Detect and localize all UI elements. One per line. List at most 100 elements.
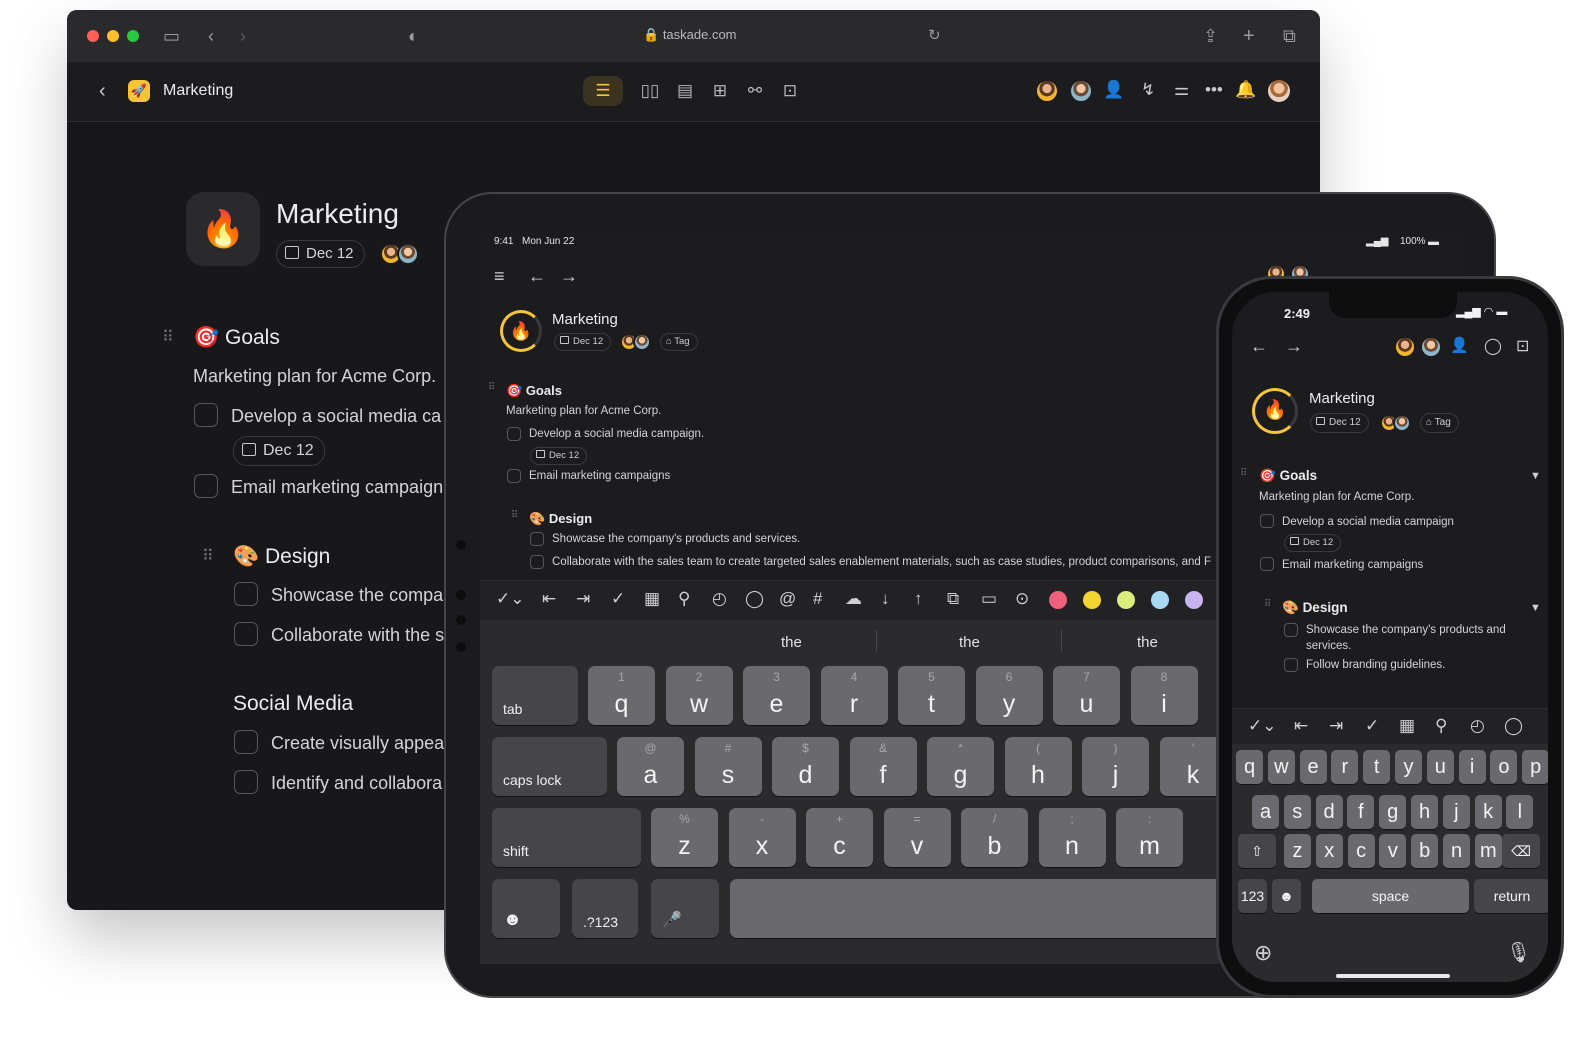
menu-icon[interactable]: ≡	[494, 266, 505, 287]
close-window-button[interactable]	[87, 30, 99, 42]
back-arrow-icon[interactable]: ←	[528, 266, 546, 287]
task-text[interactable]: Develop a social media ca	[231, 406, 441, 427]
section-heading[interactable]: 🎨 Design	[1282, 600, 1348, 616]
key-v[interactable]: v	[1379, 834, 1407, 868]
avatar[interactable]	[1394, 336, 1416, 358]
key-h[interactable]: (h	[1004, 737, 1072, 796]
mention-icon[interactable]: @	[779, 589, 796, 609]
task-checkbox[interactable]	[1260, 557, 1274, 571]
section-heading[interactable]: 🎨 Design	[233, 545, 330, 569]
home-indicator[interactable]	[1336, 974, 1450, 978]
board-view-icon[interactable]: ▯▯	[635, 76, 665, 106]
key-h[interactable]: h	[1411, 795, 1438, 829]
delete-key[interactable]: ⌫	[1502, 834, 1540, 868]
key-f[interactable]: f	[1347, 795, 1375, 829]
checkmark-icon[interactable]: ✓	[1365, 716, 1379, 736]
key-q[interactable]: q	[1236, 750, 1263, 784]
task-text[interactable]: Collaborate with the sales team to creat…	[552, 556, 1211, 568]
key-l[interactable]: l	[1506, 795, 1534, 829]
task-checkbox[interactable]	[1260, 514, 1274, 528]
convert-icon[interactable]: ⊙	[1015, 589, 1029, 609]
list-view-icon[interactable]: ☰	[583, 76, 623, 106]
more-icon[interactable]: •••	[1205, 80, 1223, 100]
task-checkbox[interactable]	[194, 474, 218, 498]
section-heading[interactable]: 🎨 Design	[529, 511, 592, 527]
drag-handle-icon[interactable]: ⠿	[162, 327, 174, 347]
table-view-icon[interactable]: ⊞	[705, 76, 735, 106]
key-v[interactable]: = v	[883, 808, 951, 867]
key-d[interactable]: d	[1315, 795, 1343, 829]
key-g[interactable]: g	[1379, 795, 1407, 829]
avatar[interactable]	[1069, 79, 1093, 103]
assign-icon[interactable]: ⚲	[678, 589, 690, 609]
avatar[interactable]	[1035, 79, 1059, 103]
section-heading[interactable]: 🎯 Goals	[506, 383, 562, 399]
note-text[interactable]: Marketing plan for Acme Corp.	[506, 405, 661, 417]
task-checkbox[interactable]	[234, 730, 258, 754]
shift-key[interactable]: ⇧	[1238, 834, 1276, 868]
activity-icon[interactable]: ↯	[1141, 80, 1155, 100]
drag-handle-icon[interactable]: ⠿	[1264, 599, 1271, 610]
drag-handle-icon[interactable]: ⠿	[488, 382, 495, 393]
key-t[interactable]: 5t	[898, 666, 965, 725]
avatar[interactable]	[1420, 336, 1442, 358]
clipboard-icon[interactable]: ▭	[981, 589, 997, 609]
return-key[interactable]: return	[1474, 879, 1548, 913]
task-text[interactable]: Email marketing campaign	[231, 477, 443, 498]
key-j[interactable]: ) j	[1082, 737, 1149, 796]
back-chevron-icon[interactable]: ‹	[99, 80, 106, 103]
key-r[interactable]: r	[1331, 750, 1359, 784]
task-text[interactable]: Email marketing campaigns	[1282, 557, 1423, 573]
date-chip[interactable]: Dec 12	[276, 240, 365, 268]
key-s[interactable]: s	[1283, 795, 1311, 829]
new-tab-icon[interactable]: +	[1243, 26, 1255, 46]
project-name[interactable]: Marketing	[163, 82, 233, 100]
key-g[interactable]: * g	[927, 737, 994, 796]
key-a[interactable]: a	[1252, 795, 1279, 829]
task-date-chip[interactable]: Dec 12	[233, 436, 325, 466]
fire-icon[interactable]: 🔥	[500, 310, 542, 352]
task-date-chip[interactable]: Dec 12	[530, 447, 588, 465]
key-y[interactable]: 6y	[975, 666, 1043, 725]
move-down-icon[interactable]: ↓	[881, 589, 890, 609]
key-z[interactable]: % z	[651, 808, 718, 867]
color-swatch-yellow[interactable]	[1083, 591, 1101, 609]
key-n[interactable]: ; n	[1038, 808, 1106, 867]
hashtag-icon[interactable]: #	[813, 589, 822, 609]
task-text[interactable]: Create visually appea	[271, 733, 444, 754]
minimize-window-button[interactable]	[107, 30, 119, 42]
shield-icon[interactable]: ◐	[408, 26, 419, 46]
task-checkbox[interactable]	[507, 427, 521, 441]
key-d[interactable]: $ d	[772, 737, 839, 796]
reload-icon[interactable]: ↻	[928, 26, 941, 46]
key-u[interactable]: u	[1426, 750, 1454, 784]
upload-icon[interactable]: ☁	[845, 589, 862, 609]
task-text[interactable]: Follow branding guidelines.	[1306, 657, 1445, 673]
key-z[interactable]: z	[1284, 834, 1311, 868]
task-checkbox[interactable]	[194, 403, 218, 427]
key-x[interactable]: x	[1315, 834, 1343, 868]
suggestion[interactable]: the	[959, 634, 980, 651]
user-avatar[interactable]	[1266, 78, 1292, 104]
add-member-icon[interactable]: 👤	[1103, 80, 1124, 100]
back-arrow-icon[interactable]: ←	[1250, 336, 1268, 357]
mindmap-view-icon[interactable]: ⚯	[740, 76, 770, 106]
outdent-icon[interactable]: ⇤	[542, 589, 556, 609]
page-title[interactable]: Marketing	[276, 198, 399, 230]
key-q[interactable]: 1q	[588, 666, 655, 725]
task-text[interactable]: Email marketing campaigns	[529, 470, 670, 482]
globe-icon[interactable]: ⊕	[1254, 940, 1272, 966]
key-b[interactable]: b	[1411, 834, 1439, 868]
note-text[interactable]: Marketing plan for Acme Corp.	[1259, 491, 1414, 503]
bell-icon[interactable]: 🔔	[1235, 80, 1256, 100]
task-checkbox[interactable]	[234, 622, 258, 646]
key-i[interactable]: 8i	[1130, 666, 1198, 725]
suggestion[interactable]: the	[781, 634, 802, 651]
collapse-caret-icon[interactable]: ▼	[1530, 602, 1541, 614]
key-o[interactable]: o	[1490, 750, 1518, 784]
task-checkbox[interactable]	[507, 469, 521, 483]
task-text[interactable]: Showcase the company's products and serv…	[552, 533, 800, 545]
numbers-key[interactable]: 123	[1238, 879, 1267, 913]
color-swatch-red[interactable]	[1049, 591, 1067, 609]
section-heading[interactable]: 🎯 Goals	[1259, 468, 1317, 484]
